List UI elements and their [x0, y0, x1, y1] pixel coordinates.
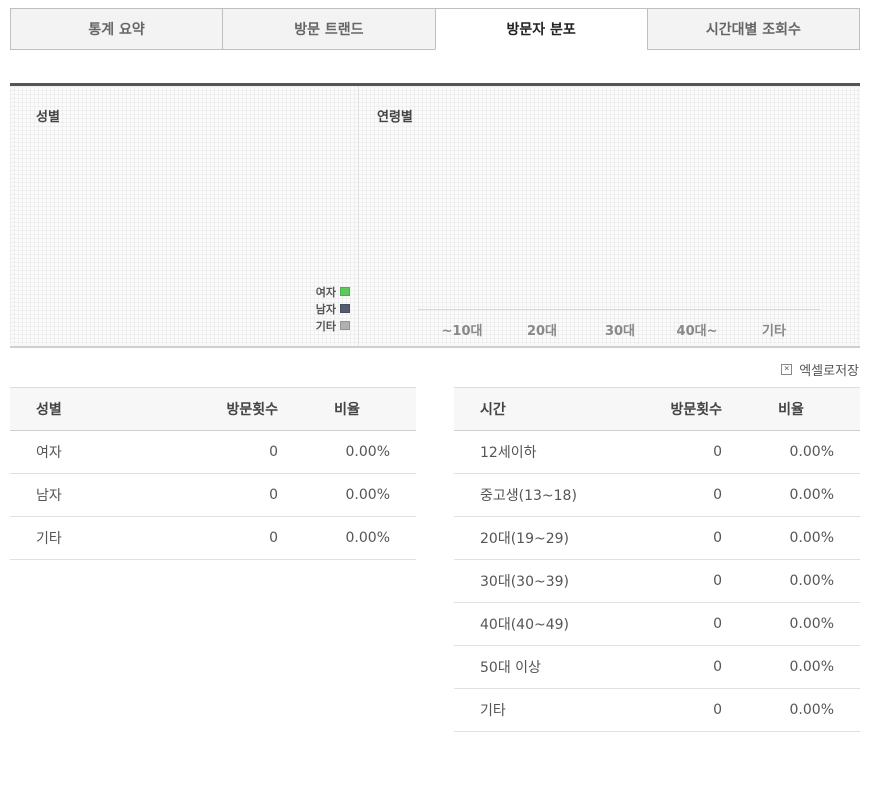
column-header: 성별	[10, 387, 150, 431]
row-label: 기타	[454, 688, 594, 732]
age-chart-title: 연령별	[377, 110, 413, 125]
row-label: 20대(19~29)	[454, 516, 594, 560]
legend-swatch-female	[340, 287, 350, 296]
row-ratio: 0.00%	[722, 516, 860, 560]
table-row: 40대(40~49) 0 0.00%	[454, 602, 860, 646]
excel-icon: ×	[781, 364, 793, 375]
legend-item-female: 여자	[290, 283, 350, 300]
row-count: 0	[150, 430, 278, 474]
row-ratio: 0.00%	[722, 688, 860, 732]
tab-hourly-views[interactable]: 시간대별 조회수	[646, 8, 860, 50]
table-header-row: 시간 방문횟수 비율	[454, 387, 860, 431]
row-label: 기타	[10, 516, 150, 560]
table-row: 20대(19~29) 0 0.00%	[454, 516, 860, 560]
row-count: 0	[594, 516, 722, 560]
age-axis-label: ~10대	[441, 324, 483, 339]
row-count: 0	[594, 602, 722, 646]
tab-visit-trend[interactable]: 방문 트랜드	[222, 8, 436, 50]
legend-swatch-other	[340, 321, 350, 330]
row-label: 남자	[10, 473, 150, 517]
panel-divider	[358, 86, 359, 346]
age-axis-label: 기타	[762, 324, 786, 339]
row-ratio: 0.00%	[722, 602, 860, 646]
row-ratio: 0.00%	[278, 430, 416, 474]
gender-table: 성별 방문횟수 비율 여자 0 0.00% 남자 0 0.00% 기타 0 0.00%	[10, 387, 416, 560]
table-row: 30대(30~39) 0 0.00%	[454, 559, 860, 603]
row-label: 40대(40~49)	[454, 602, 594, 646]
tab-visitor-distribution[interactable]: 방문자 분포	[434, 8, 648, 50]
row-count: 0	[594, 645, 722, 689]
row-ratio: 0.00%	[278, 473, 416, 517]
row-ratio: 0.00%	[278, 516, 416, 560]
table-row: 남자 0 0.00%	[10, 473, 416, 517]
row-count: 0	[150, 516, 278, 560]
column-header: 시간	[454, 387, 594, 431]
column-header: 방문횟수	[594, 387, 722, 431]
age-axis-label: 40대~	[676, 324, 718, 339]
row-ratio: 0.00%	[722, 645, 860, 689]
age-table: 시간 방문횟수 비율 12세이하 0 0.00% 중고생(13~18) 0 0.00% 20…	[454, 387, 860, 732]
age-chart-axis	[418, 309, 820, 310]
excel-save-button[interactable]: × 엑셀로저장	[781, 360, 859, 379]
column-header: 방문횟수	[150, 387, 278, 431]
gender-chart-title: 성별	[36, 110, 60, 125]
row-count: 0	[594, 559, 722, 603]
table-header-row: 성별 방문횟수 비율	[10, 387, 416, 431]
age-axis-label: 20대	[526, 324, 558, 339]
table-row: 여자 0 0.00%	[10, 430, 416, 474]
row-ratio: 0.00%	[722, 473, 860, 517]
row-ratio: 0.00%	[722, 430, 860, 474]
table-row: 기타 0 0.00%	[10, 516, 416, 560]
excel-save-label: 엑셀로저장	[799, 364, 859, 379]
row-label: 중고생(13~18)	[454, 473, 594, 517]
row-ratio: 0.00%	[722, 559, 860, 603]
table-row: 중고생(13~18) 0 0.00%	[454, 473, 860, 517]
legend-label: 남자	[315, 302, 336, 316]
row-count: 0	[594, 430, 722, 474]
tab-bar: 통계 요약 방문 트랜드 방문자 분포 시간대별 조회수	[10, 8, 860, 50]
table-row: 기타 0 0.00%	[454, 688, 860, 732]
column-header: 비율	[278, 387, 416, 431]
legend-swatch-male	[340, 304, 350, 313]
table-row: 50대 이상 0 0.00%	[454, 645, 860, 689]
row-count: 0	[150, 473, 278, 517]
legend-item-other: 기타	[290, 317, 350, 334]
age-axis-label: 30대	[604, 324, 636, 339]
legend-label: 여자	[315, 285, 336, 299]
gender-legend: 여자 남자 기타	[290, 283, 350, 334]
row-label: 여자	[10, 430, 150, 474]
row-count: 0	[594, 688, 722, 732]
legend-item-male: 남자	[290, 300, 350, 317]
row-label: 12세이하	[454, 430, 594, 474]
tab-stats-summary[interactable]: 통계 요약	[10, 8, 224, 50]
row-count: 0	[594, 473, 722, 517]
row-label: 30대(30~39)	[454, 559, 594, 603]
legend-label: 기타	[315, 319, 336, 333]
column-header: 비율	[722, 387, 860, 431]
chart-panel: 성별 연령별 여자 남자 기타 ~10대 20대 30대 40대~ 기타	[10, 83, 860, 348]
row-label: 50대 이상	[454, 645, 594, 689]
table-row: 12세이하 0 0.00%	[454, 430, 860, 474]
